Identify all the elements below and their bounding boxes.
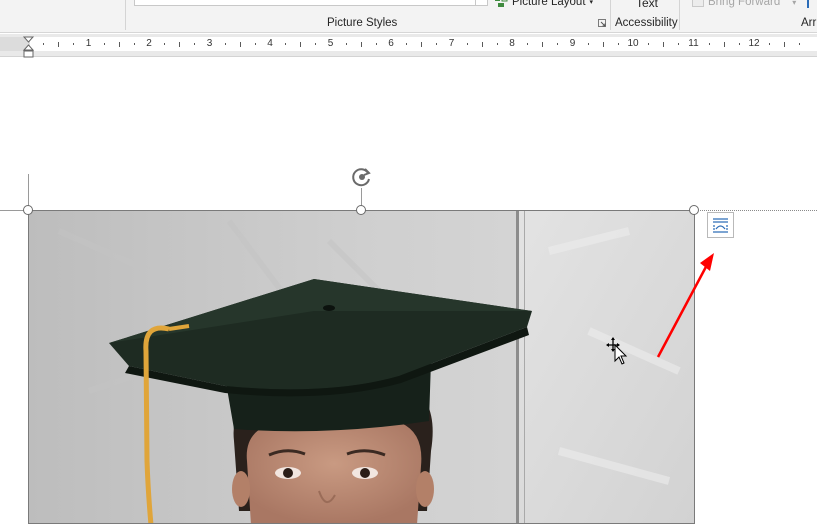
ruler-number: 12	[748, 38, 760, 49]
selection-pane-icon[interactable]	[807, 0, 817, 8]
ruler-tick	[587, 43, 589, 45]
ruler-tick	[496, 43, 498, 45]
ruler-tick	[315, 43, 317, 45]
anchor-guide-line	[700, 210, 817, 211]
ruler-tick	[43, 43, 45, 45]
ruler-tick	[678, 43, 680, 45]
ruler-tick	[738, 43, 740, 45]
ruler-number: 6	[388, 38, 394, 49]
picture-layout-label: Picture Layout	[512, 0, 586, 8]
chevron-down-icon: ▾	[792, 0, 797, 7]
ruler-tick	[436, 43, 438, 45]
ruler-number: 2	[146, 38, 152, 49]
ruler-tick	[360, 41, 362, 47]
resize-handle-top-left[interactable]	[23, 205, 33, 215]
ruler-tick	[527, 43, 529, 45]
arrange-group-label: Arr	[801, 17, 817, 29]
ruler-tick	[73, 43, 75, 45]
bring-forward-button[interactable]: Bring Forward ▾	[692, 0, 796, 9]
ruler-tick	[542, 41, 544, 47]
ribbon-separator	[125, 0, 126, 30]
ruler-number: 11	[688, 38, 699, 49]
ruler-tick	[224, 43, 226, 45]
layout-options-icon	[713, 218, 728, 233]
picture-layout-button[interactable]: Picture Layout ▾	[494, 0, 593, 9]
ruler-tick	[103, 43, 105, 45]
accessibility-group-label: Accessibility	[615, 17, 678, 29]
ruler-tick	[557, 43, 559, 45]
ruler-number: 5	[327, 38, 334, 49]
ruler-tick	[58, 41, 60, 47]
ruler-tick	[300, 41, 302, 47]
ruler-tick	[466, 43, 468, 45]
ruler-tick	[723, 41, 725, 47]
horizontal-ruler[interactable]: 1 2 3 4 5 6 7 8 9 10 11 12	[0, 34, 817, 57]
picture-styles-gallery[interactable]	[134, 0, 488, 6]
resize-handle-top-right[interactable]	[689, 205, 699, 215]
ribbon-separator	[610, 0, 611, 30]
ruler-tick	[239, 41, 241, 47]
word-window: Picture Layout ▾ Picture Styles Text Acc…	[0, 0, 817, 524]
dialog-launcher-icon[interactable]	[598, 19, 606, 27]
ruler-tick	[663, 41, 665, 47]
ruler-number: 9	[569, 38, 576, 49]
indent-marker-icon[interactable]	[23, 36, 34, 58]
ruler-tick	[648, 43, 650, 45]
ruler-tick	[784, 41, 786, 47]
ruler-tick	[406, 43, 408, 45]
ruler-number: 4	[267, 38, 273, 49]
ruler-tick	[179, 41, 181, 47]
ruler-number: 8	[509, 38, 515, 49]
ruler-tick	[421, 41, 423, 47]
ruler-number: 10	[627, 38, 639, 49]
ruler-tick	[133, 43, 135, 45]
photo-image	[29, 211, 694, 523]
move-cursor-icon	[606, 337, 628, 365]
ruler-number: 1	[85, 38, 92, 49]
ruler-tick	[708, 43, 710, 45]
ruler-tick	[602, 41, 604, 47]
picture-layout-icon	[494, 0, 508, 8]
layout-options-button[interactable]	[707, 212, 734, 238]
ruler-tick	[481, 41, 483, 47]
ribbon-separator	[679, 0, 680, 30]
ruler-tick	[375, 43, 377, 45]
red-arrow-annotation	[656, 253, 714, 358]
gallery-more-button[interactable]	[475, 0, 487, 5]
ruler-tick	[617, 43, 619, 45]
picture-styles-group-label: Picture Styles	[327, 17, 398, 29]
ruler-tick	[118, 41, 120, 47]
bring-forward-icon	[692, 0, 704, 7]
chevron-down-icon: ▾	[589, 0, 594, 6]
ruler-tick	[799, 43, 801, 45]
ruler-track: 1 2 3 4 5 6 7 8 9 10 11 12	[30, 37, 817, 51]
resize-handle-top[interactable]	[356, 205, 366, 215]
alt-text-button[interactable]: Text	[636, 0, 658, 10]
ruler-tick	[769, 43, 771, 45]
ruler-number: 3	[206, 38, 213, 49]
ribbon: Picture Layout ▾ Picture Styles Text Acc…	[0, 0, 817, 33]
ruler-tick	[285, 43, 287, 45]
ruler-tick	[194, 43, 196, 45]
ruler-tick	[254, 43, 256, 45]
rotate-handle-icon[interactable]	[350, 165, 374, 189]
graduation-photo[interactable]	[28, 210, 695, 524]
ruler-tick	[164, 43, 166, 45]
bring-forward-label: Bring Forward	[708, 0, 781, 8]
ruler-tick	[345, 43, 347, 45]
ruler-number: 7	[448, 38, 455, 49]
